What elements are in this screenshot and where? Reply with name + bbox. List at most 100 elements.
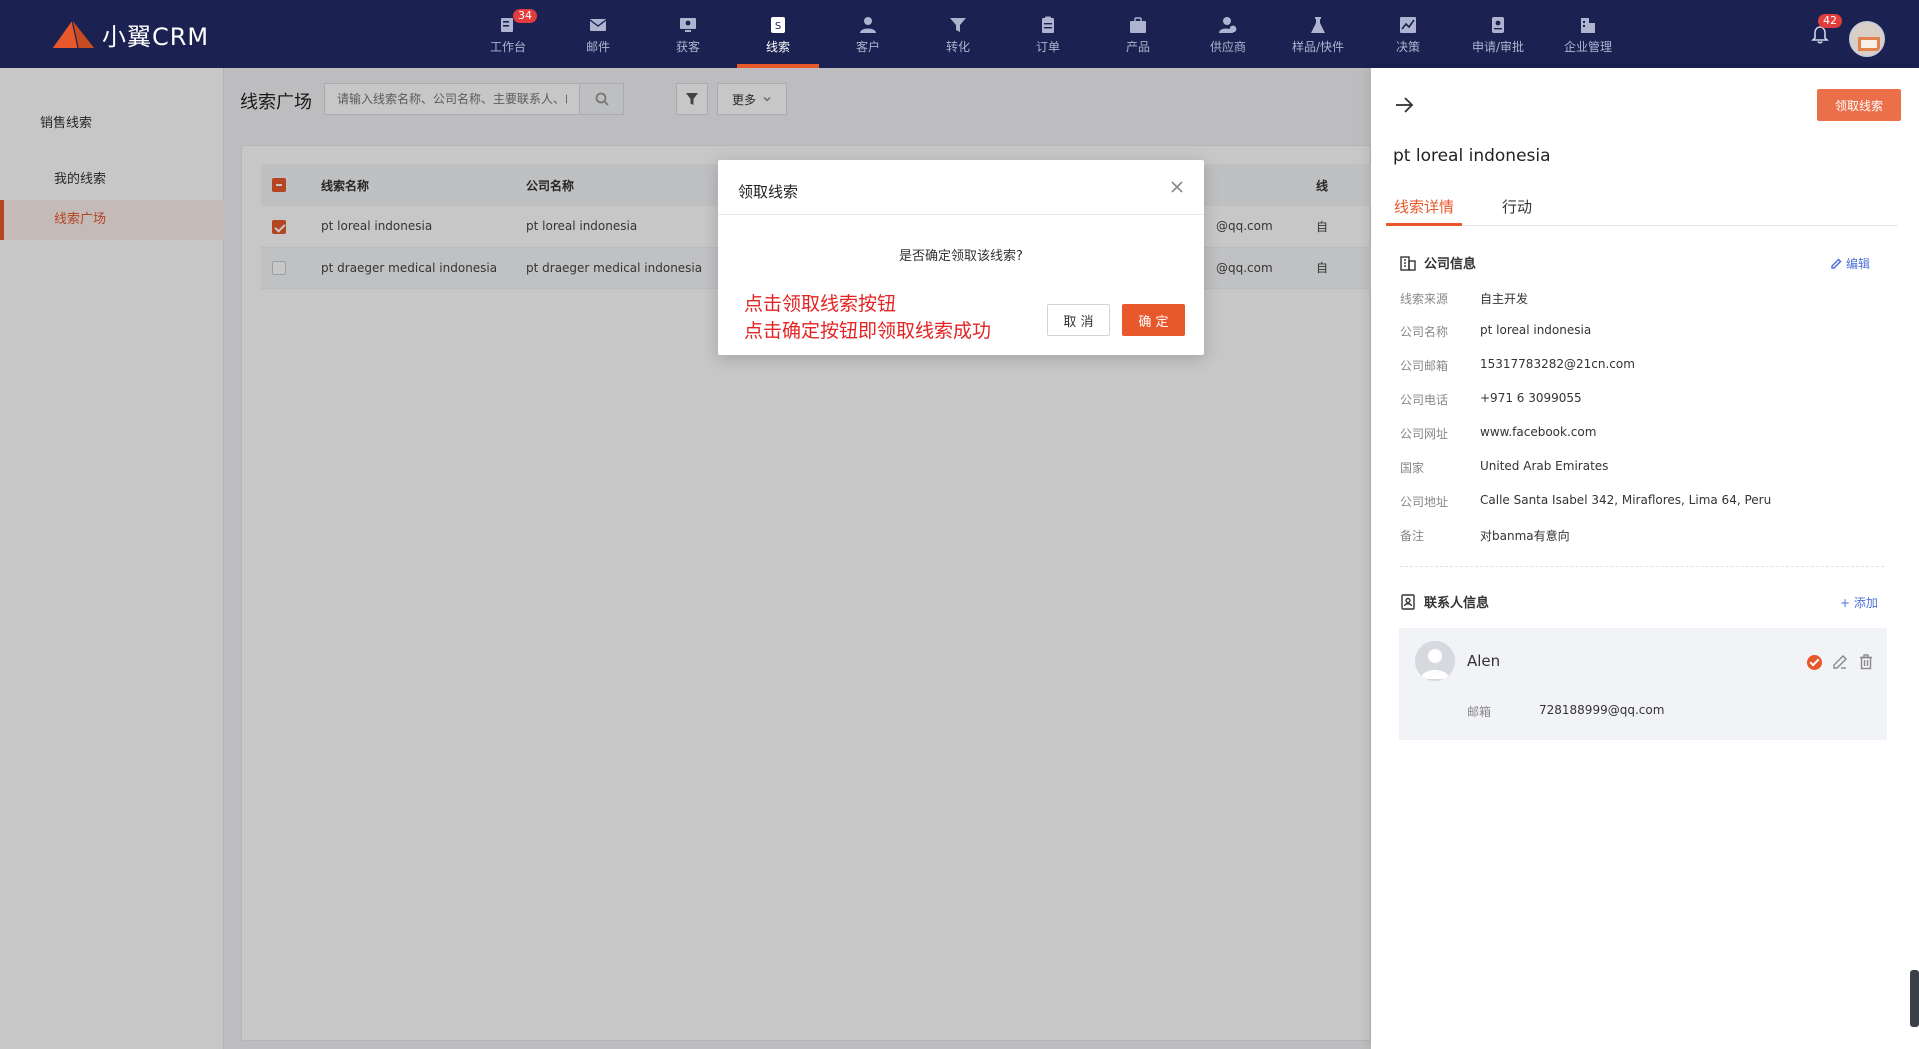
field-label: 公司邮箱 (1400, 359, 1449, 373)
nav-label: 线索 (765, 40, 790, 54)
close-icon[interactable] (1170, 180, 1184, 194)
dashboard-badge: 34 (513, 9, 537, 23)
field-label: 线索来源 (1400, 292, 1449, 306)
contact-email-value: 728188999@qq.com (1539, 703, 1665, 717)
field-label: 国家 (1400, 461, 1425, 475)
close-panel-arrow-icon[interactable] (1393, 94, 1417, 118)
field-value: 对banma有意向 (1480, 529, 1570, 543)
field-value: United Arab Emirates (1480, 459, 1609, 473)
leads-icon: S (768, 15, 788, 35)
field-label: 公司电话 (1400, 393, 1449, 407)
contact-avatar-icon (1415, 641, 1455, 681)
delete-contact-icon[interactable] (1858, 654, 1874, 670)
add-contact-button[interactable]: + 添加 (1840, 594, 1878, 611)
svg-text:S: S (775, 21, 781, 32)
claim-lead-button[interactable]: 领取线索 (1817, 89, 1901, 121)
dialog-title: 领取线索 (738, 183, 799, 201)
nav-label: 获客 (675, 40, 700, 54)
nav-leads[interactable]: S 线索 (733, 0, 823, 68)
annotation-line-1: 点击领取线索按钮 (744, 293, 897, 315)
top-navbar: 小翼CRM 工作台 34 邮件 获客 S 线索 客户 转化 订单 产品 供应商 … (0, 0, 1919, 68)
nav-label: 工作台 (489, 40, 526, 54)
nav-label: 转化 (945, 40, 970, 54)
acquire-icon (678, 15, 698, 35)
nav-supplier[interactable]: 供应商 (1183, 0, 1273, 68)
contact-info-heading: 联系人信息 (1400, 592, 1489, 611)
tab-lead-details[interactable]: 线索详情 (1386, 196, 1463, 226)
nav-label: 决策 (1395, 40, 1420, 54)
building-icon (1400, 255, 1416, 271)
notification-badge: 42 (1818, 14, 1842, 28)
field-value: 15317783282@21cn.com (1480, 357, 1635, 371)
app-logo[interactable]: 小翼CRM (48, 14, 209, 54)
field-label: 公司网址 (1400, 427, 1449, 441)
nav-label: 客户 (855, 40, 880, 54)
annotation-line-2: 点击确定按钮即领取线索成功 (744, 320, 992, 342)
edit-contact-icon[interactable] (1832, 654, 1848, 670)
nav-label: 产品 (1125, 40, 1150, 54)
logo-text: 小翼CRM (102, 22, 210, 51)
edit-label: 编辑 (1846, 257, 1871, 271)
flask-icon (1308, 15, 1328, 35)
nav-conversion[interactable]: 转化 (913, 0, 1003, 68)
dialog-message: 是否确定领取该线索? (899, 249, 1023, 264)
company-info-heading: 公司信息 (1400, 253, 1476, 272)
nav-acquire[interactable]: 获客 (643, 0, 733, 68)
nav-approval[interactable]: 申请/审批 (1453, 0, 1543, 68)
dialog-header: 领取线索 (718, 160, 1204, 215)
contact-email-label: 邮箱 (1467, 705, 1492, 719)
nav-label: 供应商 (1209, 40, 1246, 54)
claim-lead-dialog: 领取线索 是否确定领取该线索? 点击领取线索按钮 点击确定按钮即领取线索成功 取… (718, 160, 1204, 355)
field-value: www.facebook.com (1480, 425, 1597, 439)
section-divider (1400, 566, 1884, 567)
mail-icon (588, 15, 608, 35)
logo-icon (51, 18, 94, 49)
nav-dashboard[interactable]: 工作台 34 (463, 0, 553, 68)
nav-customer[interactable]: 客户 (823, 0, 913, 68)
annotation-note: 点击领取线索按钮 点击确定按钮即领取线索成功 (744, 291, 991, 345)
confirm-button[interactable]: 确 定 (1122, 304, 1185, 336)
field-value: +971 6 3099055 (1480, 391, 1582, 405)
nav-label: 企业管理 (1563, 40, 1612, 54)
nav-mail[interactable]: 邮件 (553, 0, 643, 68)
customer-icon (858, 15, 878, 35)
scrollbar-handle[interactable] (1910, 970, 1919, 1027)
field-label: 公司名称 (1400, 325, 1449, 339)
lead-name-title: pt loreal indonesia (1393, 146, 1551, 166)
approval-icon (1488, 15, 1508, 35)
nav-product[interactable]: 产品 (1093, 0, 1183, 68)
primary-contact-check-icon[interactable] (1807, 654, 1822, 670)
section-title: 联系人信息 (1424, 596, 1490, 611)
field-value: Calle Santa Isabel 342, Miraflores, Lima… (1480, 493, 1772, 507)
detail-tabs: 线索详情 行动 (1386, 196, 1898, 226)
lead-detail-panel: 领取线索 pt loreal indonesia 线索详情 行动 公司信息 编辑… (1371, 68, 1919, 1049)
tab-actions[interactable]: 行动 (1494, 196, 1540, 226)
nav-decision[interactable]: 决策 (1363, 0, 1453, 68)
funnel-icon (948, 15, 968, 35)
field-label: 公司地址 (1400, 495, 1449, 509)
main-nav: 工作台 34 邮件 获客 S 线索 客户 转化 订单 产品 供应商 样品/快件 … (463, 0, 1633, 68)
pencil-icon (1831, 258, 1842, 269)
supplier-icon (1218, 15, 1238, 35)
building-icon (1578, 15, 1598, 35)
contact-book-icon (1401, 593, 1415, 610)
nav-sample[interactable]: 样品/快件 (1273, 0, 1363, 68)
nav-label: 订单 (1035, 40, 1060, 54)
nav-label: 样品/快件 (1291, 40, 1345, 54)
product-icon (1128, 15, 1148, 35)
contact-name: Alen (1467, 652, 1501, 670)
order-icon (1038, 15, 1058, 35)
nav-label: 申请/审批 (1471, 40, 1525, 54)
section-title: 公司信息 (1424, 257, 1477, 272)
nav-enterprise[interactable]: 企业管理 (1543, 0, 1633, 68)
user-avatar[interactable] (1849, 21, 1885, 57)
nav-order[interactable]: 订单 (1003, 0, 1093, 68)
field-value: pt loreal indonesia (1480, 323, 1592, 337)
field-value: 自主开发 (1480, 292, 1529, 306)
field-label: 备注 (1400, 529, 1425, 543)
chart-icon (1398, 15, 1418, 35)
edit-company-button[interactable]: 编辑 (1831, 255, 1870, 272)
contact-card: Alen 邮箱 728188999@qq.com (1399, 628, 1887, 740)
contact-actions (1807, 654, 1874, 670)
cancel-button[interactable]: 取 消 (1047, 304, 1110, 336)
